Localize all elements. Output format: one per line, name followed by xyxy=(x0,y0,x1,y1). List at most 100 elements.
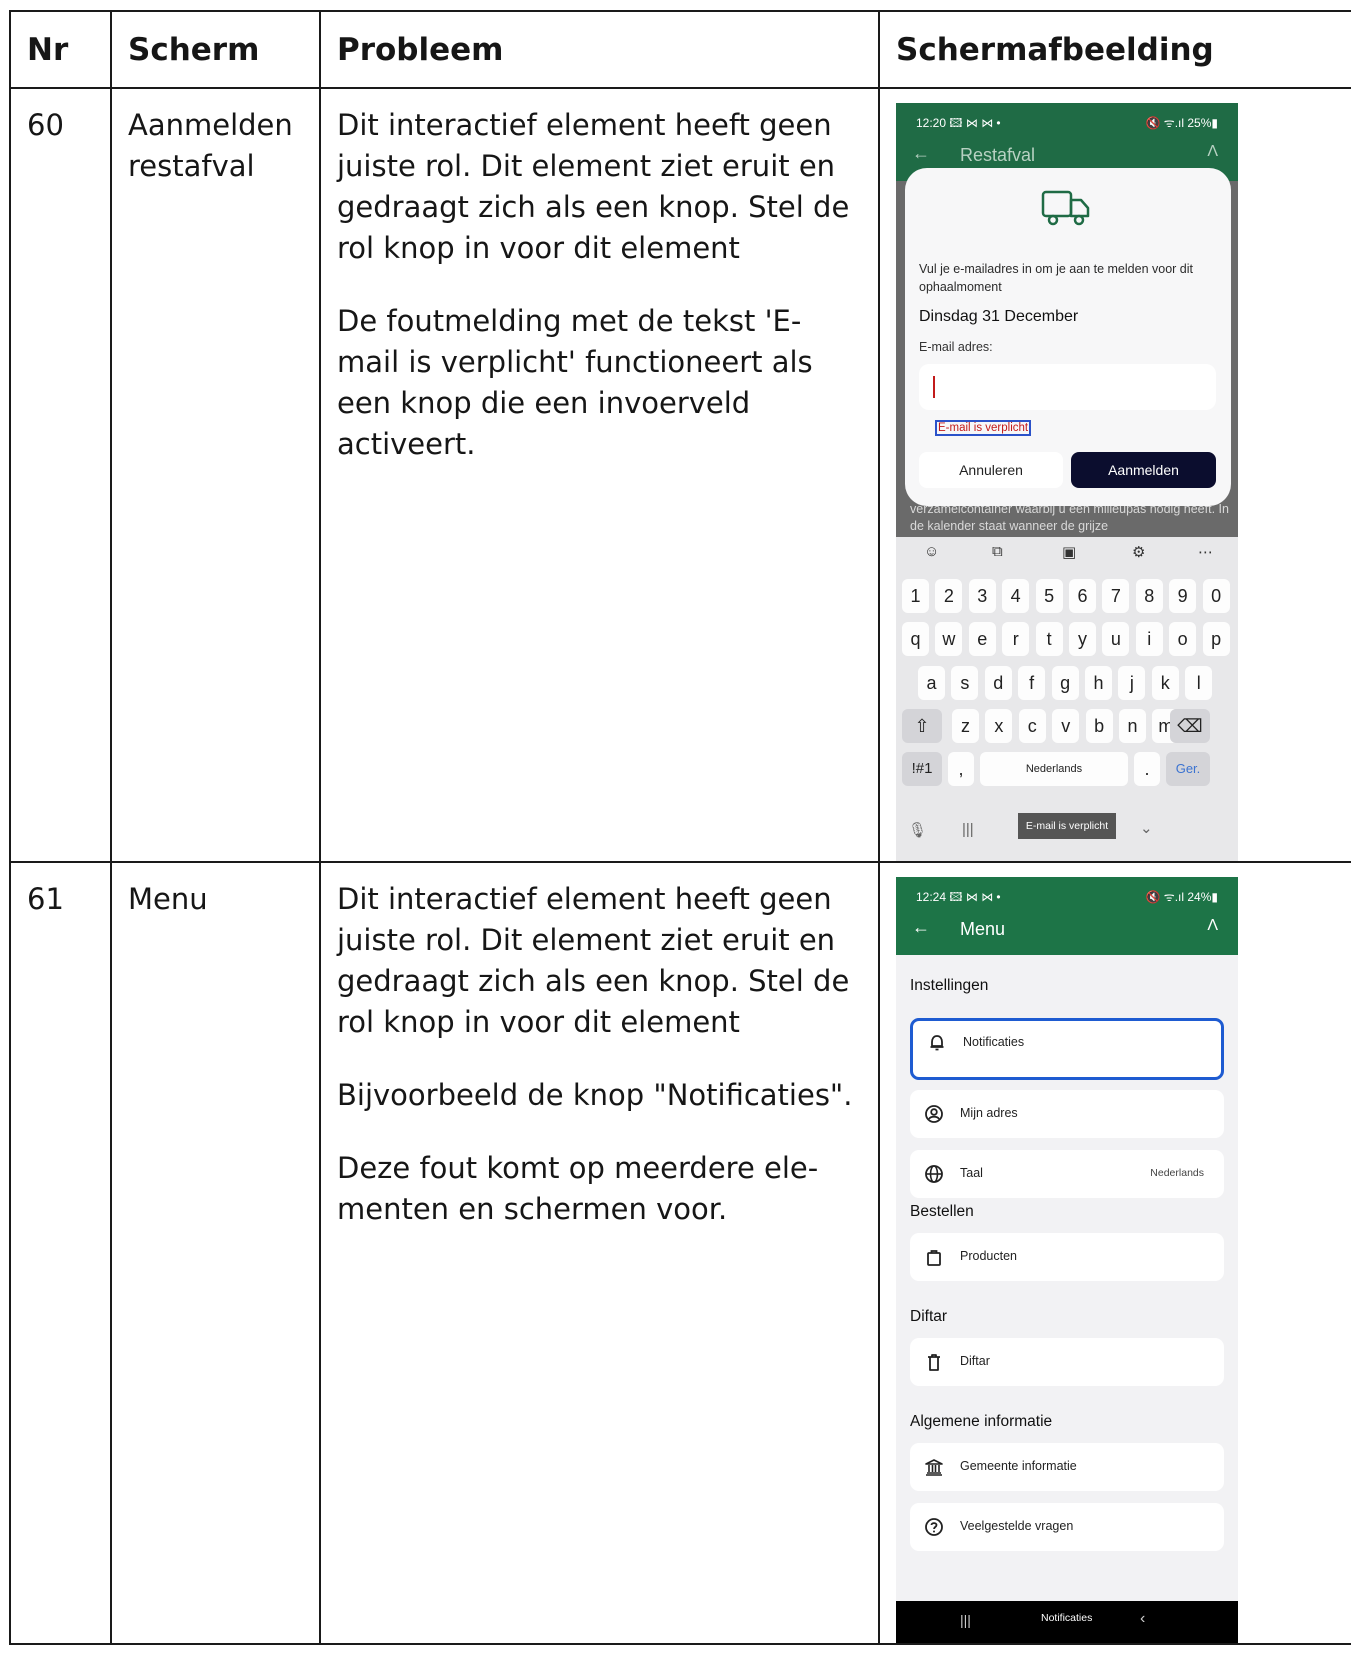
header-nr: Nr xyxy=(9,10,112,89)
item-label: Taal xyxy=(960,1166,983,1180)
shopping-bag-icon xyxy=(927,1250,941,1266)
keyboard-row-qwerty: qwertyuiop xyxy=(896,622,1238,658)
veelgestelde-vragen-button[interactable]: Veelgestelde vragen xyxy=(910,1503,1224,1551)
emoji-icon[interactable]: ☺ xyxy=(924,543,939,560)
table-row: 61 Menu Dit interactief element heeft ge… xyxy=(9,861,1351,1645)
key-4[interactable]: 4 xyxy=(1002,579,1030,613)
row-probleem: Dit interactief element heeft geen juist… xyxy=(319,87,880,863)
key-6[interactable]: 6 xyxy=(1069,579,1096,613)
probleem-paragraph: Deze fout komt op meerdere ele- menten e… xyxy=(337,1151,819,1226)
system-nav-bar: ||| Notificaties ‹ xyxy=(896,1601,1238,1643)
key-h[interactable]: h xyxy=(1085,666,1112,700)
key-1[interactable]: 1 xyxy=(902,579,929,613)
email-field[interactable] xyxy=(919,364,1216,410)
keyboard-row-zxcv: ⇧ z x c v b n m ⌫ xyxy=(896,709,1238,745)
town-hall-icon xyxy=(925,1459,943,1476)
audit-table: Nr Scherm Probleem Schermafbeelding 60 A… xyxy=(9,10,1351,1645)
row-scherm: Aanmelden restafval xyxy=(110,87,321,863)
key-q[interactable]: q xyxy=(902,622,929,656)
header-schermafbeelding: Schermafbeelding xyxy=(878,10,1351,89)
trash-bin-icon xyxy=(928,1354,940,1371)
key-s[interactable]: s xyxy=(951,666,979,700)
key-y[interactable]: y xyxy=(1069,622,1096,656)
status-bar: 12:24 🖾 ⋈ ⋈ • 🔇 ᯤ.ıl 24%▮ xyxy=(896,877,1238,911)
item-label: Veelgestelde vragen xyxy=(960,1519,1074,1533)
diftar-button[interactable]: Diftar xyxy=(910,1338,1224,1386)
item-label: Gemeente informatie xyxy=(960,1459,1077,1473)
key-e[interactable]: e xyxy=(968,622,996,656)
key-f[interactable]: f xyxy=(1018,666,1046,700)
taal-button[interactable]: Taal Nederlands xyxy=(910,1150,1224,1198)
cancel-button[interactable]: Annuleren xyxy=(919,452,1063,488)
keyboard: ☺ ⧉ ▣ ⚙ ⋯ 1234567890 qwertyuiop asdfghjk… xyxy=(896,537,1238,861)
key-n[interactable]: n xyxy=(1119,709,1146,743)
key-k[interactable]: k xyxy=(1151,666,1179,700)
recent-apps-icon[interactable]: ||| xyxy=(960,1612,971,1628)
producten-button[interactable]: Producten xyxy=(910,1233,1224,1281)
mijn-adres-button[interactable]: Mijn adres xyxy=(910,1090,1224,1138)
table-row: 6 0 Aanmelden restafval Dit interactief e… xyxy=(9,87,1351,863)
back-arrow-icon[interactable]: ← xyxy=(912,143,930,164)
go-key[interactable]: Ger. xyxy=(1166,752,1210,786)
key-v[interactable]: v xyxy=(1052,709,1080,743)
row-screenshot: 12:20 🖾 ⋈ ⋈ • 🔇 ᯤ.ıl 25%▮ ← Restafval Λ … xyxy=(878,87,1351,863)
period-key[interactable]: . xyxy=(1134,752,1160,786)
key-9[interactable]: 9 xyxy=(1169,579,1197,613)
key-z[interactable]: z xyxy=(952,709,979,743)
phone-screenshot-restafval: 12:20 🖾 ⋈ ⋈ • 🔇 ᯤ.ıl 25%▮ ← Restafval Λ … xyxy=(896,103,1238,861)
key-c[interactable]: c xyxy=(1018,709,1046,743)
key-j[interactable]: j xyxy=(1118,666,1146,700)
key-g[interactable]: g xyxy=(1051,666,1079,700)
symbols-key[interactable]: !#1 xyxy=(902,752,942,786)
sticker-icon[interactable]: ⧉ xyxy=(992,543,1003,560)
back-chevron-icon[interactable]: ‹ xyxy=(1140,1610,1145,1628)
key-p[interactable]: p xyxy=(1202,622,1230,656)
row-scherm: Menu xyxy=(110,861,321,1645)
email-error-message[interactable]: E-mail is verplicht xyxy=(935,420,1032,436)
key-3[interactable]: 3 xyxy=(968,579,996,613)
item-value: Nederlands xyxy=(1150,1167,1204,1179)
key-i[interactable]: i xyxy=(1135,622,1163,656)
key-t[interactable]: t xyxy=(1035,622,1063,656)
key-u[interactable]: u xyxy=(1102,622,1130,656)
section-heading: Instellingen xyxy=(910,977,989,994)
submit-button[interactable]: Aanmelden xyxy=(1071,452,1216,488)
recent-apps-icon[interactable]: ||| xyxy=(962,821,974,838)
comma-key[interactable]: , xyxy=(948,752,974,786)
chevron-down-icon[interactable]: ⌄ xyxy=(1140,819,1153,837)
keyboard-row-bottom: !#1 , Nederlands . Ger. xyxy=(896,752,1238,788)
microphone-icon[interactable]: 🎙 xyxy=(908,821,927,839)
email-label: E-mail adres: xyxy=(919,340,993,354)
key-a[interactable]: a xyxy=(918,666,945,700)
status-time: 12:20 🖾 ⋈ ⋈ • xyxy=(916,116,1001,130)
logo-icon: Λ xyxy=(1207,917,1218,934)
gemeente-informatie-button[interactable]: Gemeente informatie xyxy=(910,1443,1224,1491)
settings-gear-icon[interactable]: ⚙ xyxy=(1132,543,1145,561)
key-b[interactable]: b xyxy=(1085,709,1113,743)
key-0[interactable]: 0 xyxy=(1202,579,1230,613)
key-o[interactable]: o xyxy=(1169,622,1197,656)
key-r[interactable]: r xyxy=(1002,622,1030,656)
key-w[interactable]: w xyxy=(935,622,963,656)
key-l[interactable]: l xyxy=(1185,666,1213,700)
probleem-paragraph: Bijvoorbeeld de knop "Notificaties". xyxy=(337,1078,853,1112)
probleem-paragraph: Dit interactief element heeft geen juist… xyxy=(337,108,850,265)
key-2[interactable]: 2 xyxy=(935,579,963,613)
key-5[interactable]: 5 xyxy=(1035,579,1063,613)
clipboard-icon[interactable]: ▣ xyxy=(1062,543,1076,561)
key-7[interactable]: 7 xyxy=(1102,579,1130,613)
shift-key[interactable]: ⇧ xyxy=(902,709,942,743)
key-d[interactable]: d xyxy=(984,666,1012,700)
key-x[interactable]: x xyxy=(985,709,1013,743)
key-8[interactable]: 8 xyxy=(1135,579,1163,613)
item-label: Notificaties xyxy=(963,1035,1025,1049)
row-screenshot: 12:24 🖾 ⋈ ⋈ • 🔇 ᯤ.ıl 24%▮ ← Menu Λ Inste… xyxy=(878,861,1351,1645)
space-key[interactable]: Nederlands xyxy=(980,752,1128,786)
notificaties-button[interactable]: Notificaties xyxy=(910,1018,1224,1080)
item-label: Diftar xyxy=(960,1354,990,1368)
signup-dialog: Vul je e-mailadres in om je aan te melde… xyxy=(905,168,1231,506)
backspace-key[interactable]: ⌫ xyxy=(1170,709,1210,743)
row-nr: 61 xyxy=(9,861,112,1645)
back-arrow-icon[interactable]: ← xyxy=(912,917,930,938)
more-icon[interactable]: ⋯ xyxy=(1198,543,1213,561)
